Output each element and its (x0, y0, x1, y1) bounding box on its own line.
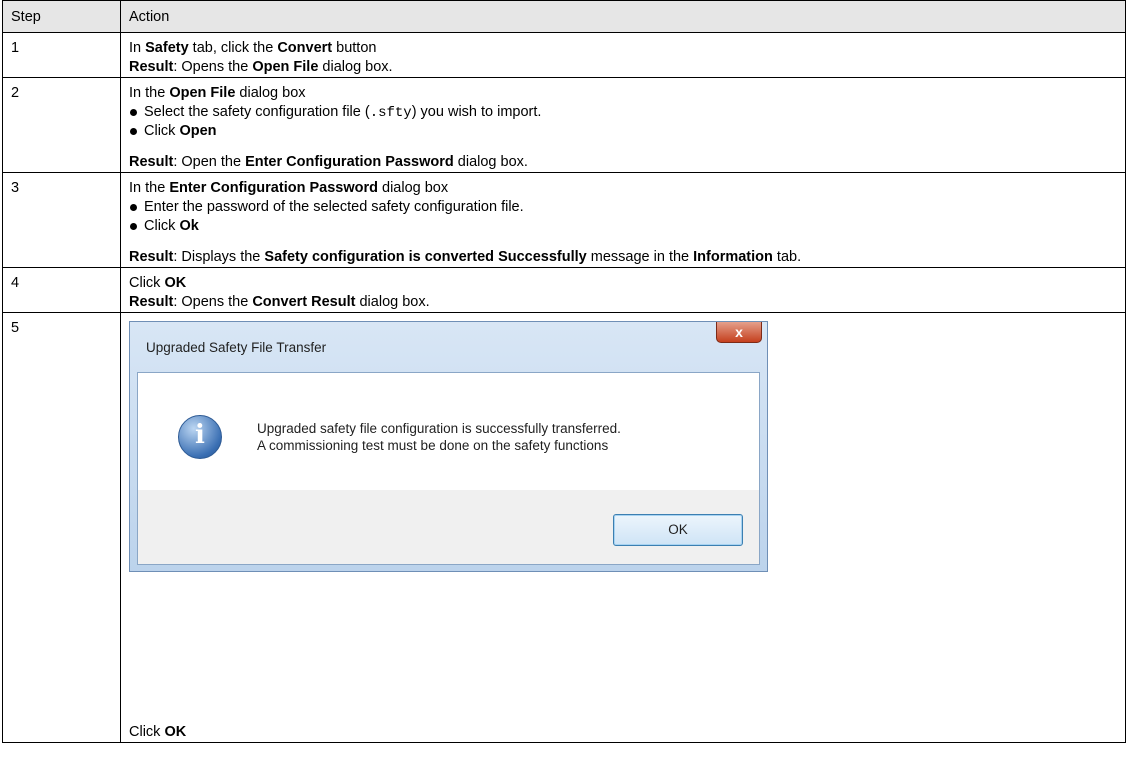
header-step: Step (2, 0, 121, 33)
step-action: In the Open File dialog box Select the s… (120, 77, 1126, 173)
bullet-icon (130, 204, 137, 211)
step-number: 4 (2, 267, 121, 313)
table-row: 3 In the Enter Configuration Password di… (2, 172, 1126, 268)
step-number: 2 (2, 77, 121, 173)
bullet-icon (130, 223, 137, 230)
step-action: In the Enter Configuration Password dial… (120, 172, 1126, 268)
bullet-item: Click Ok (129, 217, 1117, 236)
dialog-message: Upgraded safety file configuration is su… (257, 421, 621, 453)
dialog-title: Upgraded Safety File Transfer (146, 340, 327, 355)
table-header-row: Step Action (2, 0, 1126, 33)
result-line: Result: Opens the Open File dialog box. (129, 59, 393, 75)
transfer-dialog-screenshot: Upgraded Safety File Transfer x i Upgrad… (129, 321, 768, 572)
table-row: 4 Click OK Result: Opens the Convert Res… (2, 267, 1126, 313)
table-row: 5 Upgraded Safety File Transfer x i Upgr… (2, 312, 1126, 743)
info-icon: i (178, 415, 222, 459)
dialog-footer: OK (138, 490, 759, 564)
step-action: In Safety tab, click the Convert button … (120, 32, 1126, 78)
result-line: Result: Opens the Convert Result dialog … (129, 294, 430, 310)
step-number: 1 (2, 32, 121, 78)
bullet-item: Select the safety configuration file (.s… (129, 103, 1117, 122)
final-instruction: Click OK (129, 724, 187, 740)
result-line: Result: Displays the Safety configuratio… (129, 249, 802, 265)
step-number: 5 (2, 312, 121, 743)
table-row: 1 In Safety tab, click the Convert butto… (2, 32, 1126, 78)
step-number: 3 (2, 172, 121, 268)
steps-table: Step Action 1 In Safety tab, click the C… (2, 0, 1126, 743)
bullet-icon (130, 109, 137, 116)
dialog-body: i Upgraded safety file configuration is … (137, 372, 760, 565)
bullet-item: Enter the password of the selected safet… (129, 198, 1117, 217)
header-action: Action (120, 0, 1126, 33)
table-row: 2 In the Open File dialog box Select the… (2, 77, 1126, 173)
bullet-item: Click Open (129, 122, 1117, 141)
bullet-icon (130, 128, 137, 135)
ok-button[interactable]: OK (613, 514, 743, 546)
close-icon[interactable]: x (716, 322, 762, 343)
result-line: Result: Open the Enter Configuration Pas… (129, 154, 528, 170)
step-action: Upgraded Safety File Transfer x i Upgrad… (120, 312, 1126, 743)
step-action: Click OK Result: Opens the Convert Resul… (120, 267, 1126, 313)
